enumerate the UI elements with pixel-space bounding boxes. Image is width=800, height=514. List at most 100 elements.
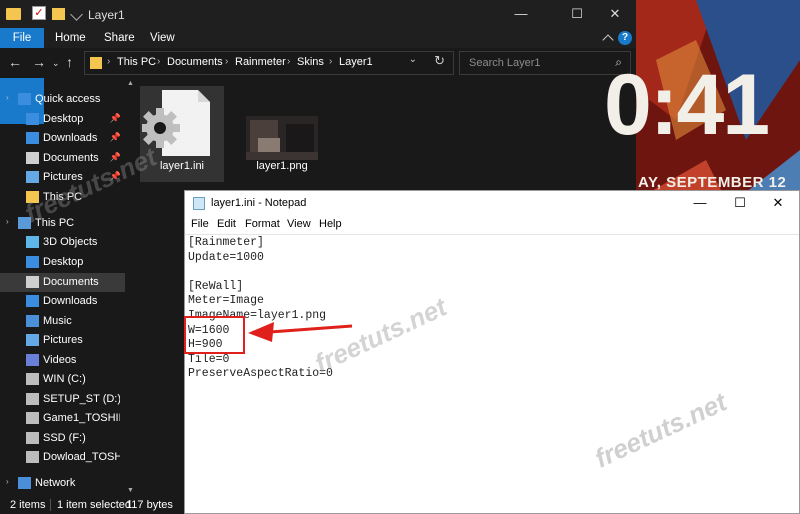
network-icon — [18, 477, 31, 489]
pin-icon: 📌 — [109, 171, 121, 181]
notepad-minimize-button[interactable]: — — [681, 191, 719, 215]
menu-file[interactable]: File — [191, 218, 209, 230]
sidebar-item-label: Desktop — [43, 113, 84, 125]
text-line: Meter=Image — [188, 294, 264, 308]
sidebar-item-quick-access[interactable]: Quick access › — [0, 90, 125, 109]
ribbon-tabs: File Home Share View ? — [0, 28, 636, 124]
address-dropdown-icon[interactable]: ⌄ — [409, 54, 417, 65]
sidebar-item-dowload-toshiba[interactable]: Dowload_TOSHIBA — [0, 448, 125, 467]
documents-icon — [26, 152, 39, 164]
refresh-icon[interactable]: ↻ — [434, 53, 445, 69]
tab-home[interactable]: Home — [55, 28, 86, 48]
sidebar-item-label: Game1_TOSHIBA (E — [43, 412, 120, 424]
breadcrumb-layer1[interactable]: Layer1 — [339, 56, 373, 68]
sidebar-item-label: Documents — [43, 152, 99, 164]
breadcrumb-rainmeter[interactable]: Rainmeter — [235, 56, 286, 68]
up-arrow-icon[interactable]: ↑ — [66, 54, 73, 70]
sidebar-item-network[interactable]: Network › — [0, 474, 125, 493]
breadcrumb-documents[interactable]: Documents — [167, 56, 223, 68]
quick-access-dropdown-icon[interactable] — [70, 8, 83, 21]
sidebar-item-setup-st-d[interactable]: SETUP_ST (D:) — [0, 390, 125, 409]
sidebar-item-desktop[interactable]: Desktop — [0, 253, 125, 272]
sidebar-item-label: Dowload_TOSHIBA — [43, 451, 120, 463]
new-folder-icon[interactable] — [52, 8, 65, 20]
breadcrumb-separator: › — [157, 56, 161, 67]
sidebar-item-game1-toshiba-e[interactable]: Game1_TOSHIBA (E — [0, 409, 125, 428]
breadcrumb-separator: › — [329, 56, 333, 67]
text-line: Update=1000 — [188, 250, 264, 264]
notepad-text-area[interactable]: [Rainmeter] Update=1000 [ReWall] Meter=Imag… — [185, 234, 799, 514]
sidebar-item-this-pc[interactable]: This PC — [0, 188, 125, 207]
notepad-close-button[interactable]: ✕ — [759, 191, 797, 215]
notepad-maximize-button[interactable]: ☐ — [721, 191, 759, 215]
desktop-icon — [26, 256, 39, 268]
menu-edit[interactable]: Edit — [217, 218, 236, 230]
menu-view[interactable]: View — [287, 218, 311, 230]
navigation-bar: ← → ⌄ ↑ › This PC › Documents › Rainmete… — [0, 48, 636, 78]
drive-icon — [26, 432, 39, 444]
pictures-icon — [26, 171, 39, 183]
forward-arrow-icon[interactable]: → — [32, 54, 46, 70]
properties-icon[interactable]: ✓ — [32, 6, 46, 20]
scroll-down-icon[interactable]: ▼ — [127, 487, 134, 494]
sidebar-item-label: SETUP_ST (D:) — [43, 393, 120, 405]
expand-chevron-icon[interactable]: › — [6, 217, 9, 226]
file-name: layer1.png — [256, 160, 308, 172]
close-button[interactable]: ✕ — [592, 0, 638, 28]
address-bar[interactable]: › This PC › Documents › Rainmeter › Skin… — [84, 51, 454, 75]
breadcrumb-this-pc[interactable]: This PC — [117, 56, 156, 68]
sidebar-item-label: This PC — [35, 217, 75, 229]
drive-icon — [26, 451, 39, 463]
drive-icon — [26, 393, 39, 405]
desktop-date: AY, SEPTEMBER 12 — [638, 174, 787, 191]
sidebar-item-3d-objects[interactable]: 3D Objects — [0, 233, 125, 252]
help-icon[interactable]: ? — [618, 31, 632, 45]
file-item-layer1-ini[interactable]: layer1.ini — [140, 86, 224, 182]
tab-share[interactable]: Share — [104, 28, 135, 48]
menu-help[interactable]: Help — [319, 218, 342, 230]
folder-icon — [90, 57, 102, 69]
pin-icon: 📌 — [109, 113, 121, 123]
notepad-title: layer1.ini - Notepad — [211, 197, 307, 209]
sidebar-item-videos[interactable]: Videos — [0, 351, 125, 370]
sidebar-item-downloads[interactable]: Downloads 📌 — [0, 129, 125, 148]
desktop-icon — [26, 113, 39, 125]
sidebar-item-pictures[interactable]: Pictures 📌 — [0, 168, 125, 187]
breadcrumb-separator: › — [287, 56, 291, 67]
notepad-titlebar: layer1.ini - Notepad — ☐ ✕ — [185, 191, 799, 215]
sidebar-item-documents[interactable]: Documents — [0, 273, 125, 292]
breadcrumb-skins[interactable]: Skins — [297, 56, 324, 68]
sidebar-item-win-c[interactable]: WIN (C:) — [0, 370, 125, 389]
expand-ribbon-icon[interactable] — [602, 34, 614, 46]
red-arrow-icon — [248, 322, 353, 342]
sidebar-item-label: SSD (F:) — [43, 432, 86, 444]
sidebar-item-pictures[interactable]: Pictures — [0, 331, 125, 350]
minimize-button[interactable]: — — [498, 0, 544, 28]
recent-locations-icon[interactable]: ⌄ — [52, 58, 60, 69]
scroll-up-icon[interactable]: ▲ — [127, 80, 134, 87]
item-count: 2 items — [10, 499, 46, 511]
expand-chevron-icon[interactable]: › — [6, 477, 9, 486]
pin-icon: 📌 — [109, 132, 121, 142]
sidebar-item-downloads[interactable]: Downloads — [0, 292, 125, 311]
expand-chevron-icon[interactable]: › — [6, 93, 9, 102]
sidebar-item-music[interactable]: Music — [0, 312, 125, 331]
videos-icon — [26, 354, 39, 366]
selection-count: 1 item selected — [57, 499, 131, 511]
back-arrow-icon[interactable]: ← — [8, 54, 22, 70]
sidebar-item-desktop[interactable]: Desktop 📌 — [0, 110, 125, 129]
sidebar-item-label: Pictures — [43, 171, 83, 183]
breadcrumb-separator: › — [225, 56, 229, 67]
sidebar-item-this-pc[interactable]: This PC › — [0, 214, 125, 233]
sidebar-item-label: Quick access — [35, 93, 101, 105]
sidebar-item-ssd-f[interactable]: SSD (F:) — [0, 429, 125, 448]
desktop-clock: 0:41 — [604, 57, 770, 153]
sidebar-item-documents[interactable]: Documents 📌 — [0, 149, 125, 168]
search-placeholder: Search Layer1 — [469, 57, 541, 69]
settings-file-icon — [142, 90, 210, 156]
navigation-scrollbar[interactable]: ▲ ▼ — [125, 78, 135, 496]
file-item-layer1-png[interactable]: layer1.png — [240, 86, 324, 182]
menu-format[interactable]: Format — [245, 218, 280, 230]
tab-view[interactable]: View — [150, 28, 175, 48]
pictures-icon — [26, 334, 39, 346]
